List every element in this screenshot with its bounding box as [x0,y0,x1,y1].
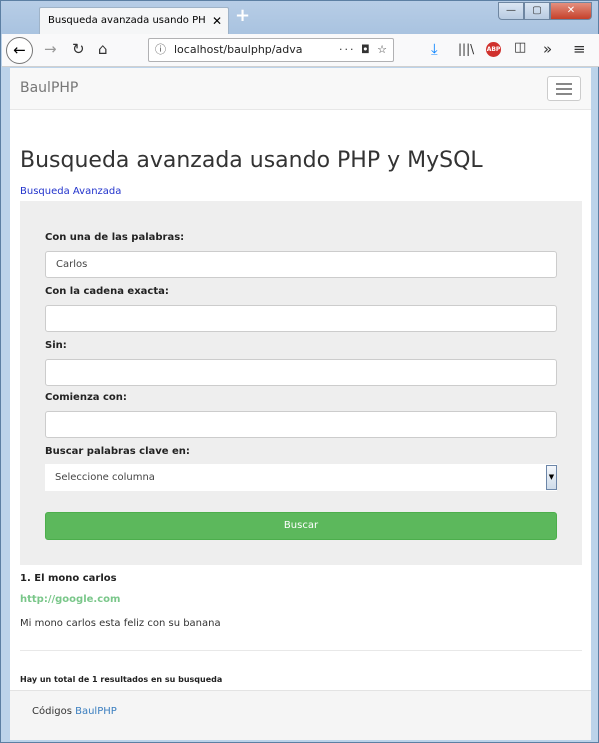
home-icon[interactable]: ⌂ [98,40,108,58]
without-label: Sin: [45,340,67,351]
search-form: Con una de las palabras: Carlos Con la c… [20,201,582,565]
back-arrow-icon[interactable]: ← [6,37,33,64]
close-window-button[interactable]: ✕ [550,2,592,20]
minimize-button[interactable]: — [498,2,524,20]
starts-with-label: Comienza con: [45,392,127,403]
sidebar-icon[interactable]: ◫ [514,40,526,55]
page-actions-icon[interactable]: ··· ◘ ☆ [338,39,389,61]
breadcrumb-link[interactable]: Busqueda Avanzada [20,186,121,197]
download-icon[interactable]: ⤓ [431,40,438,58]
overflow-icon[interactable]: » [543,40,552,58]
any-words-input[interactable]: Carlos [45,251,557,278]
tab-strip: Busqueda avanzada usando PHP y M ✕ + — ▢… [1,1,598,34]
chevron-down-icon[interactable]: ▼ [546,465,557,490]
info-icon[interactable]: ⓘ [155,43,166,56]
any-words-label: Con una de las palabras: [45,232,185,243]
page-title: Busqueda avanzada usando PHP y MySQL [20,148,483,173]
reload-icon[interactable]: ↻ [72,40,85,58]
footer-text: Códigos [32,706,72,717]
new-tab-icon[interactable]: + [235,5,250,26]
library-icon[interactable]: |||\ [458,42,474,56]
window-controls: — ▢ ✕ [498,2,592,20]
column-label: Buscar palabras clave en: [45,446,190,457]
result-link[interactable]: http://google.com [20,594,120,605]
result-title: 1. El mono carlos [20,573,117,584]
nav-toggle-button[interactable] [547,76,581,101]
footer-link[interactable]: BaulPHP [75,706,117,717]
adblock-icon[interactable]: ABP [486,42,501,57]
exact-phrase-label: Con la cadena exacta: [45,286,169,297]
site-navbar: BaulPHP [10,68,591,110]
column-select-value: Seleccione columna [55,472,155,483]
url-text: localhost/baulphp/adva [174,43,303,56]
page-viewport: BaulPHP Busqueda avanzada usando PHP y M… [10,68,591,740]
url-bar[interactable]: ⓘ localhost/baulphp/adva ··· ◘ ☆ [148,38,394,62]
brand-link[interactable]: BaulPHP [20,80,78,96]
tab-title: Busqueda avanzada usando PHP y M [48,15,206,26]
maximize-button[interactable]: ▢ [524,2,550,20]
result-description: Mi mono carlos esta feliz con su banana [20,618,221,629]
page-footer: Códigos BaulPHP [10,690,591,740]
menu-icon[interactable]: ≡ [573,40,586,58]
tab-close-icon[interactable]: ✕ [212,8,222,34]
browser-window: Busqueda avanzada usando PHP y M ✕ + — ▢… [0,0,599,743]
column-select[interactable]: Seleccione columna ▼ [45,464,557,491]
without-input[interactable] [45,359,557,386]
starts-with-input[interactable] [45,411,557,438]
search-button[interactable]: Buscar [45,512,557,540]
forward-arrow-icon[interactable]: → [44,40,57,58]
browser-toolbar: ← → ↻ ⌂ ⓘ localhost/baulphp/adva ··· ◘ ☆ … [2,34,599,67]
results-total: Hay un total de 1 resultados en su busqu… [20,675,223,684]
divider [20,650,582,651]
exact-phrase-input[interactable] [45,305,557,332]
browser-tab[interactable]: Busqueda avanzada usando PHP y M ✕ [39,7,229,34]
